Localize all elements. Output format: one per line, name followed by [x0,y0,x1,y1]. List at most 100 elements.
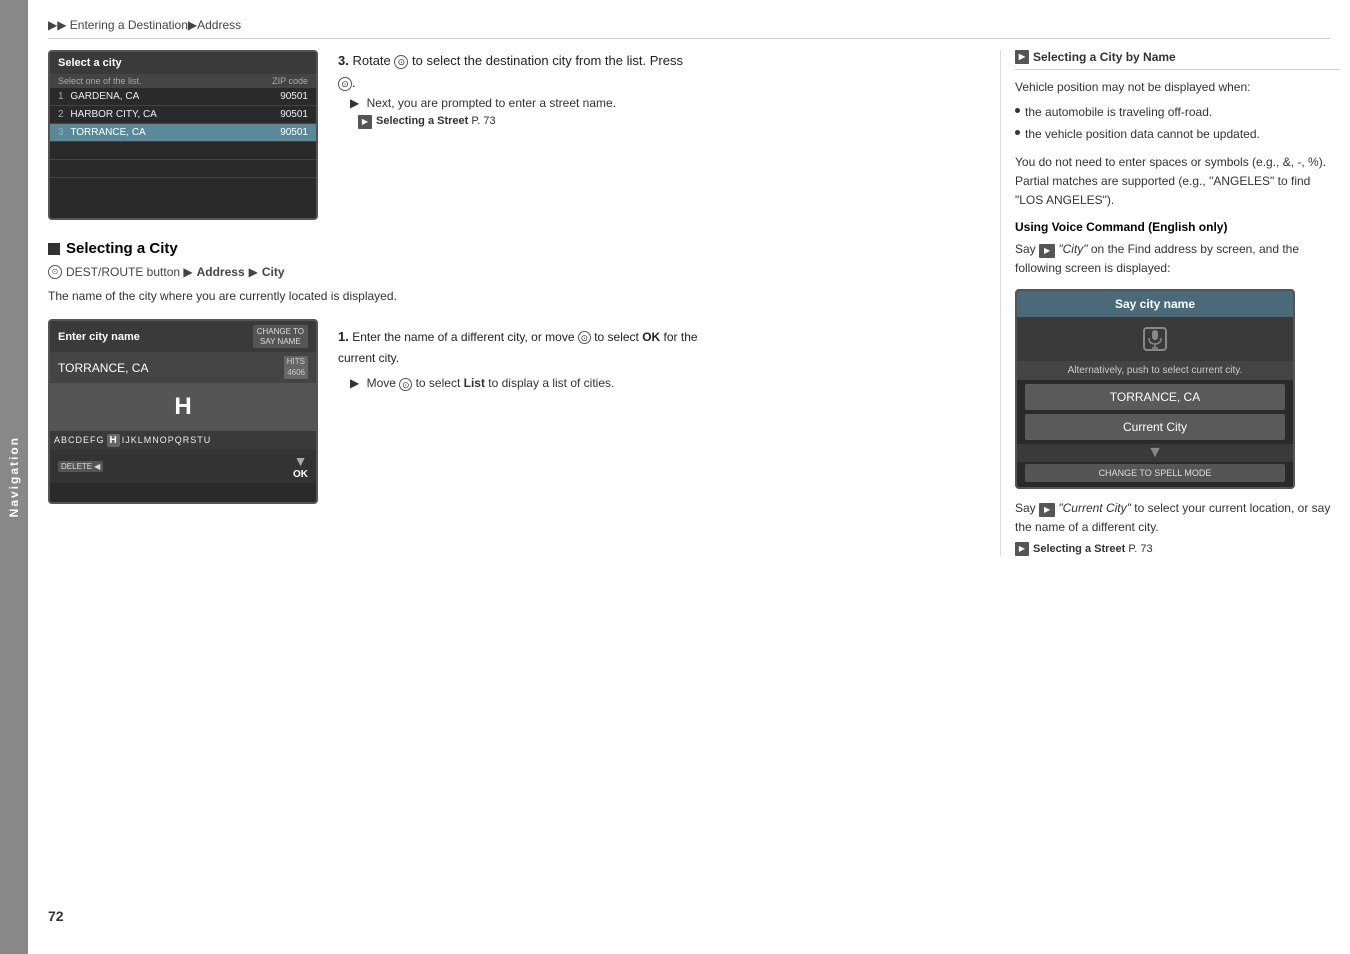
ec-hits-value: 4606 [287,368,305,378]
right-column: ▶ Selecting a City by Name Vehicle posit… [1000,50,1340,556]
ref-icon: ▶ [358,115,372,129]
sc-down-arrow: ▼ [1017,444,1293,462]
ok-down-arrow: ▼ [294,453,308,469]
bullet-text-1: the automobile is traveling off-road. [1025,103,1212,122]
bullet-2: the vehicle position data cannot be upda… [1015,125,1340,144]
row3-city: TORRANCE, CA [70,127,145,138]
city-row-empty2 [50,160,316,178]
bottom-voice-icon: ▶ [1039,503,1055,517]
sc-mic-area [1017,317,1293,361]
select-city-screen: Select a city Select one of the list. ZI… [48,50,318,220]
ec-hits-label: HITS [287,357,305,367]
voice-cmd-text: Say ▶ "City" on the Find address by scre… [1015,240,1340,278]
mic-svg [1147,329,1163,349]
voice-icon: ▶ [1039,244,1055,258]
note-title: ▶ Selecting a City by Name [1015,50,1340,70]
breadcrumb-text: ▶▶ Entering a Destination▶Address [48,18,241,32]
dest-text: DEST/ROUTE button ▶ [66,265,193,279]
ec-change-line2: SAY NAME [257,337,304,347]
keyboard-h: H [107,434,120,447]
ec-change-line1: CHANGE TO [257,327,304,337]
keyboard-chars: ABCDEFG [54,435,105,445]
screen-sub-header: Select one of the list. ZIP code [50,74,316,88]
step1-block: 1. Enter the name of a different city, o… [338,326,698,394]
city-row-1: 1 GARDENA, CA 90501 [50,88,316,106]
page-number: 72 [48,908,64,924]
voice-cmd-title: Using Voice Command (English only) [1015,220,1340,234]
step3-ref-label: Selecting a Street P. 73 [376,113,496,131]
sc-current-btn[interactable]: Current City [1025,414,1285,440]
row1-zip: 90501 [280,91,308,102]
step3-block: 3. Rotate ⊙ to select the destination ci… [338,50,698,131]
note-extra: You do not need to enter spaces or symbo… [1015,153,1340,211]
delete-label: DELETE [61,462,92,471]
ec-city-row: TORRANCE, CA HITS 4606 [50,352,316,383]
row3-zip: 90501 [280,127,308,138]
ec-keyboard: ABCDEFG H IJKLMNOPQRSTU [50,431,316,450]
city-row-3-selected: 3 TORRANCE, CA 90501 [50,124,316,142]
note-title-text: Selecting a City by Name [1033,50,1176,64]
step1-body: Enter the name of a different city, or m… [338,330,698,365]
note-intro: Vehicle position may not be displayed wh… [1015,78,1340,97]
row1-city: GARDENA, CA [70,91,139,102]
row3-num: 3 [58,127,66,138]
row1-num: 1 [58,91,66,102]
bottom-ref-label: Selecting a Street P. 73 [1033,543,1153,555]
sc-city-btn[interactable]: TORRANCE, CA [1025,384,1285,410]
say-city-screen: Say city name Alternatively, push to sel… [1015,289,1295,489]
delete-icon: ◀ [94,462,100,471]
step1-sub: ▶ Move ⊙ to select List to display a lis… [338,374,698,393]
step3-num: 3. [338,53,349,68]
dest-city-bold: City [262,265,285,279]
note-body: Vehicle position may not be displayed wh… [1015,78,1340,210]
screen-title: Select a city [50,52,316,74]
ec-change-btn[interactable]: CHANGE TO SAY NAME [253,325,308,348]
ec-delete-btn[interactable]: DELETE ◀ [58,461,103,472]
sc-header: Say city name [1017,291,1293,317]
heading-text: Selecting a City [66,240,178,257]
bullet-dot-2 [1015,130,1020,135]
note-ref-icon: ▶ [1015,50,1029,64]
step1-num: 1. [338,329,349,344]
side-navigation-label: Navigation [0,0,28,954]
sc-mic-icon [1143,327,1167,351]
sc-alt-text: Alternatively, push to select current ci… [1017,361,1293,380]
bottom-italic: "Current City" [1058,501,1131,515]
ec-bottom-row: DELETE ◀ ▼ OK [50,450,316,483]
row2-city: HARBOR CITY, CA [70,109,157,120]
city-row-empty1 [50,142,316,160]
ec-ok-group: ▼ OK [293,453,308,480]
step3-ref: ▶ Selecting a Street P. 73 [338,113,698,131]
ec-hits: HITS 4606 [284,356,308,379]
ec-ok-label: OK [293,469,308,480]
bullet-dot-1 [1015,108,1020,113]
keyboard-rest: IJKLMNOPQRSTU [122,435,212,445]
step1-text: 1. Enter the name of a different city, o… [338,326,698,368]
step3-text: 3. Rotate ⊙ to select the destination ci… [338,50,698,94]
breadcrumb: ▶▶ Entering a Destination▶Address [48,18,1330,39]
bullet-1: the automobile is traveling off-road. [1015,103,1340,122]
dest-icon: ⊙ [48,265,62,279]
ec-current-char: H [174,393,191,421]
bottom-ref-link: ▶ Selecting a Street P. 73 [1015,542,1340,556]
side-label-text: Navigation [7,436,21,517]
bottom-ref-icon: ▶ [1015,542,1029,556]
enter-city-screen: Enter city name CHANGE TO SAY NAME TORRA… [48,319,318,504]
step3-sub1: ▶ Next, you are prompted to enter a stre… [338,94,698,113]
bullet-text-2: the vehicle position data cannot be upda… [1025,125,1260,144]
row2-zip: 90501 [280,109,308,120]
dest-address-bold: Address [197,265,245,279]
city-row-2: 2 HARBOR CITY, CA 90501 [50,106,316,124]
step3-body: Rotate ⊙ to select the destination city … [338,53,683,90]
ec-city-name: TORRANCE, CA [58,361,148,375]
sc-spell-btn[interactable]: CHANGE TO SPELL MODE [1025,464,1285,482]
dest-arrow2: ▶ [249,265,258,279]
ec-header: Enter city name CHANGE TO SAY NAME [50,321,316,352]
middle-column: 3. Rotate ⊙ to select the destination ci… [338,50,698,394]
row2-num: 2 [58,109,66,120]
voice-city-text: "City" [1058,242,1087,256]
ec-title: Enter city name [58,331,140,343]
ec-char-display: H [50,383,316,431]
col1-label: Select one of the list. [58,76,142,86]
bottom-ref-text: Say ▶ "Current City" to select your curr… [1015,499,1340,537]
